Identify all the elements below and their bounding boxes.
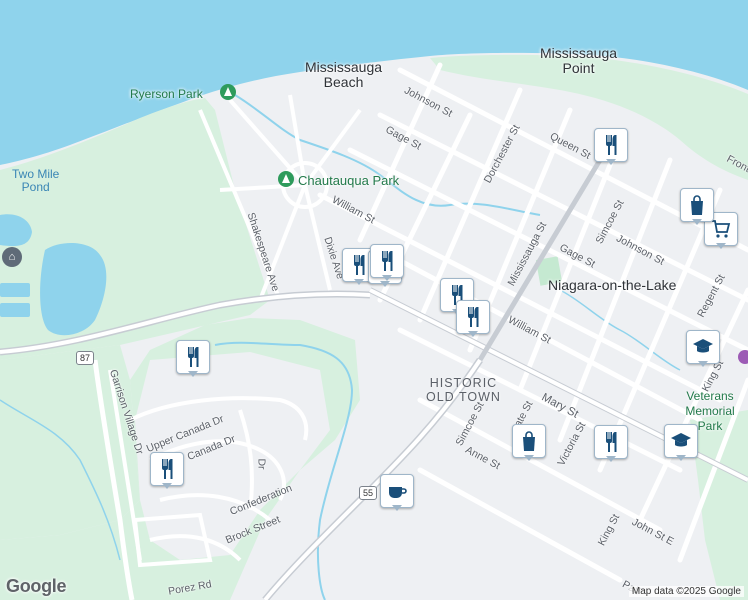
- graduation-cap-icon: [693, 339, 713, 353]
- place-label-niagara-on-the-lake: Niagara-on-the-Lake: [548, 277, 677, 293]
- water-label-two-mile-pond: Two Mile Pond: [12, 167, 60, 194]
- park-label-chautauqua: Chautauqua Park: [298, 173, 400, 188]
- fork-knife-icon: [382, 251, 393, 271]
- museum-icon: ⌂: [2, 247, 22, 267]
- fork-knife-icon: [162, 459, 173, 479]
- graduation-cap-icon: [671, 433, 691, 447]
- street-label-dr: Dr: [255, 458, 268, 470]
- map-attribution[interactable]: Map data ©2025 Google: [628, 586, 744, 597]
- park-label-ryerson: Ryerson Park: [130, 87, 203, 101]
- pond-small-1: [0, 283, 30, 297]
- route-55-shield: 55: [359, 486, 378, 500]
- pond-small-2: [0, 303, 30, 317]
- poi-pin-school[interactable]: [686, 330, 720, 368]
- poi-pin-school[interactable]: [664, 424, 698, 462]
- poi-pin-restaurant[interactable]: [370, 244, 404, 282]
- district-label-historic-old-town: HISTORIC OLD TOWN: [426, 376, 501, 404]
- fork-knife-icon: [468, 307, 479, 327]
- park-icon: [220, 84, 236, 100]
- fork-knife-icon: [606, 432, 617, 452]
- attraction-icon: [738, 350, 748, 364]
- place-label-mississauga-point: Mississauga Point: [540, 45, 618, 76]
- poi-pin-restaurant[interactable]: [594, 128, 628, 166]
- google-logo: Google: [6, 576, 67, 596]
- park-icon: [278, 171, 294, 187]
- fork-knife-icon: [606, 135, 617, 155]
- fork-knife-icon: [188, 347, 199, 367]
- poi-pin-shopping[interactable]: [680, 188, 714, 226]
- map-canvas[interactable]: [0, 0, 748, 600]
- coffee-cup-icon: [389, 487, 407, 498]
- place-label-mississauga-beach: Mississauga Beach: [305, 59, 383, 90]
- poi-pin-shopping[interactable]: [512, 424, 546, 462]
- shopping-bag-icon: [523, 431, 535, 451]
- poi-pin-restaurant[interactable]: [176, 340, 210, 378]
- poi-pin-restaurant[interactable]: [456, 300, 490, 338]
- route-87-shield: 87: [76, 351, 95, 365]
- poi-pin-restaurant[interactable]: [594, 425, 628, 463]
- poi-pin-restaurant[interactable]: [150, 452, 184, 490]
- poi-pin-cafe[interactable]: [380, 474, 414, 512]
- shopping-bag-icon: [691, 195, 703, 215]
